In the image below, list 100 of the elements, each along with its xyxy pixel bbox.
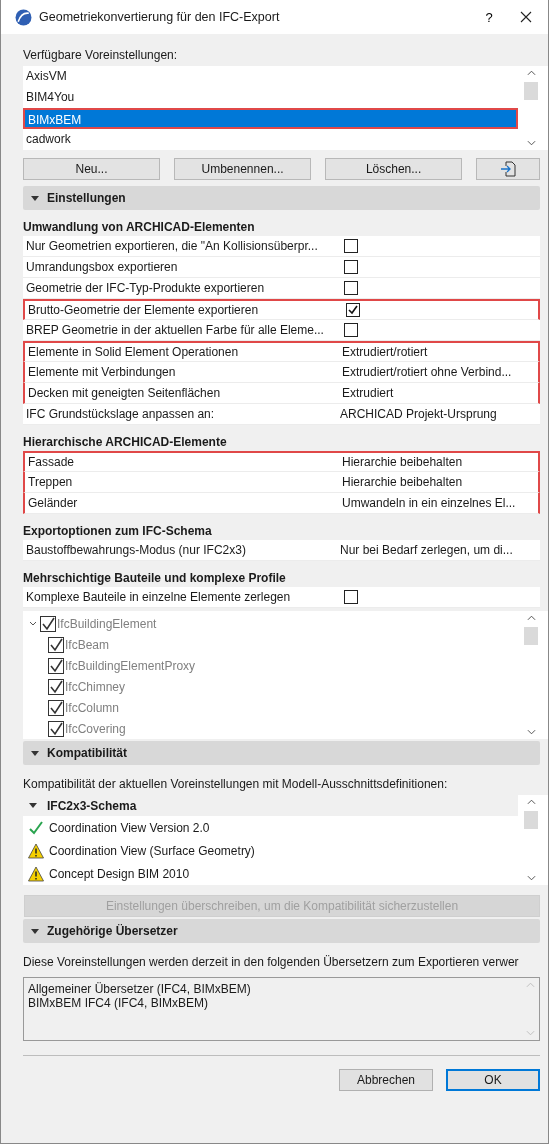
settings-row[interactable]: Elemente mit Verbindungen Extrudiert/rotiert ohne Verbind... [23, 362, 540, 383]
row-label: Nur Geometrien exportieren, die "An Kollisionsüberpr... [26, 239, 319, 253]
settings-row[interactable]: IFC Grundstückslage anpassen an: ARCHICAD Projekt-Ursprung [23, 404, 540, 425]
view-definition: Coordination View (Surface Geometry) [49, 843, 255, 858]
preset-item[interactable]: BIMxBEM [23, 108, 518, 129]
triangle-icon [29, 803, 37, 808]
translators-description: Diese Voreinstellungen werden derzeit in den folgenden Übersetzern zum Exportieren verwer [23, 954, 520, 969]
app-logo-icon [15, 8, 32, 26]
row-value: Hierarchie beibehalten [342, 475, 463, 489]
row-label: Elemente in Solid Element Operationen [28, 345, 240, 359]
checkbox[interactable] [344, 239, 358, 253]
row-value: Extrudiert/rotiert ohne Verbind... [342, 365, 512, 379]
settings-row[interactable]: Umrandungsbox exportieren [23, 257, 540, 278]
row-value: Extrudiert/rotiert [342, 345, 428, 359]
scroll-thumb[interactable] [524, 627, 538, 645]
preset-item[interactable]: BIM4You [23, 87, 518, 108]
row-label: Umrandungsbox exportieren [26, 260, 179, 274]
view-definition: Coordination View Version 2.0 [49, 820, 210, 835]
presets-label: Verfügbare Voreinstellungen: [23, 47, 179, 64]
tree-label: IfcBeam [65, 637, 109, 652]
section-title: Exportoptionen zum IFC-Schema [23, 523, 213, 540]
row-label: Komplexe Bauteile in einzelne Elemente zerlegen [26, 590, 292, 604]
tree-label: IfcChimney [65, 679, 126, 694]
dialog-button[interactable]: Abbrechen [339, 1069, 433, 1091]
settings-row[interactable]: Fassade Hierarchie beibehalten [23, 451, 540, 472]
help-button[interactable]: ? [471, 9, 507, 25]
row-label: Geländer [28, 496, 79, 510]
row-label: Geometrie der IFC-Typ-Produkte exportieren [26, 281, 266, 295]
preset-item[interactable]: AxisVM [23, 66, 518, 87]
import-button[interactable] [476, 158, 540, 180]
panel-title: Kompatibilität [47, 746, 127, 760]
checkbox[interactable] [346, 303, 360, 317]
settings-row[interactable]: Komplexe Bauteile in einzelne Elemente zerlegen [23, 587, 540, 608]
row-label: Baustoffbewahrungs-Modus (nur IFC2x3) [26, 543, 247, 557]
warning-icon [28, 842, 44, 859]
scroll-down-icon[interactable] [526, 729, 536, 735]
preset-button[interactable]: Neu... [23, 158, 161, 180]
tree-label: IfcColumn [65, 700, 120, 715]
group-header[interactable]: IFC2x3-Schema [23, 795, 518, 816]
row-label: Treppen [28, 475, 74, 489]
row-label: Fassade [28, 455, 76, 469]
row-value: Hierarchie beibehalten [342, 455, 463, 469]
row-value: Nur bei Bedarf zerlegen, um di... [340, 543, 513, 557]
settings-row[interactable]: Brutto-Geometrie der Elemente exportieren [23, 299, 540, 320]
settings-row[interactable]: Geländer Umwandeln in ein einzelnes El... [23, 493, 540, 514]
scroll-up-icon[interactable] [526, 615, 536, 621]
preset-button[interactable]: Löschen... [325, 158, 463, 180]
settings-row[interactable]: Geometrie der IFC-Typ-Produkte exportieren [23, 278, 540, 299]
checkbox[interactable] [344, 323, 358, 337]
settings-row[interactable]: Baustoffbewahrungs-Modus (nur IFC2x3) Nur bei Bedarf zerlegen, um di... [23, 540, 540, 561]
scroll-up-icon [525, 982, 535, 988]
tree-label: IfcCovering [65, 721, 126, 736]
row-label: Brutto-Geometrie der Elemente exportieren [28, 303, 260, 317]
translator-item: Allgemeiner Übersetzer (IFC4, BIMxBEM) [28, 982, 252, 996]
triangle-icon [31, 928, 39, 934]
tree-label: IfcBuildingElementProxy [65, 658, 196, 673]
group-title: IFC2x3-Schema [47, 798, 137, 813]
compatibility-description: Kompatibilität der aktuellen Voreinstellungen mit Modell-Ausschnittsdefinitionen: [23, 776, 449, 791]
row-label: Decken mit geneigten Seitenflächen [28, 386, 222, 400]
scroll-up-icon[interactable] [526, 799, 536, 805]
preset-item[interactable]: cadwork [23, 129, 518, 150]
panel-title: Einstellungen [47, 191, 126, 205]
settings-row[interactable]: Nur Geometrien exportieren, die "An Kollisionsüberpr... [23, 236, 540, 257]
scroll-down-icon [525, 1030, 535, 1036]
translator-item: BIMxBEM IFC4 (IFC4, BIMxBEM) [28, 996, 209, 1010]
tree-label: IfcBuildingElement [57, 616, 157, 631]
scroll-down-icon[interactable] [526, 875, 536, 881]
settings-row[interactable]: BREP Geometrie in der aktuellen Farbe für alle Eleme... [23, 320, 540, 341]
scroll-up-icon[interactable] [526, 70, 536, 76]
row-label: Elemente mit Verbindungen [28, 365, 177, 379]
triangle-icon [31, 195, 39, 201]
row-label: IFC Grundstückslage anpassen an: [26, 407, 216, 421]
settings-row[interactable]: Treppen Hierarchie beibehalten [23, 472, 540, 493]
row-value: ARCHICAD Projekt-Ursprung [340, 407, 497, 421]
row-value: Extrudiert [342, 386, 394, 400]
section-title: Umwandlung von ARCHICAD-Elementen [23, 219, 256, 236]
scroll-thumb[interactable] [524, 811, 538, 829]
view-definition: Concept Design BIM 2010 [49, 866, 190, 881]
close-icon[interactable] [520, 11, 532, 23]
panel-header[interactable]: Einstellungen [23, 186, 540, 210]
checkbox[interactable] [344, 260, 358, 274]
triangle-icon [31, 750, 39, 756]
window-title: Geometriekonvertierung für den IFC-Export [39, 10, 281, 24]
import-icon [500, 161, 517, 177]
scroll-thumb[interactable] [524, 82, 538, 100]
warning-icon [28, 865, 44, 882]
panel-header[interactable]: Zugehörige Übersetzer [23, 919, 540, 943]
settings-row[interactable]: Decken mit geneigten Seitenflächen Extrudiert [23, 383, 540, 404]
checkbox[interactable] [344, 281, 358, 295]
preset-button[interactable]: Umbenennen... [174, 158, 312, 180]
settings-row[interactable]: Elemente in Solid Element Operationen Extrudiert/rotiert [23, 341, 540, 362]
scroll-down-icon[interactable] [526, 140, 536, 146]
panel-title: Zugehörige Übersetzer [47, 924, 178, 938]
checkbox[interactable] [344, 590, 358, 604]
row-value: Umwandeln in ein einzelnes El... [342, 496, 516, 510]
checkmark-icon [28, 819, 44, 836]
dialog-button[interactable]: OK [446, 1069, 540, 1091]
row-label: BREP Geometrie in der aktuellen Farbe für alle Eleme... [26, 323, 325, 337]
section-title: Hierarchische ARCHICAD-Elemente [23, 434, 228, 451]
panel-header[interactable]: Kompatibilität [23, 741, 540, 765]
